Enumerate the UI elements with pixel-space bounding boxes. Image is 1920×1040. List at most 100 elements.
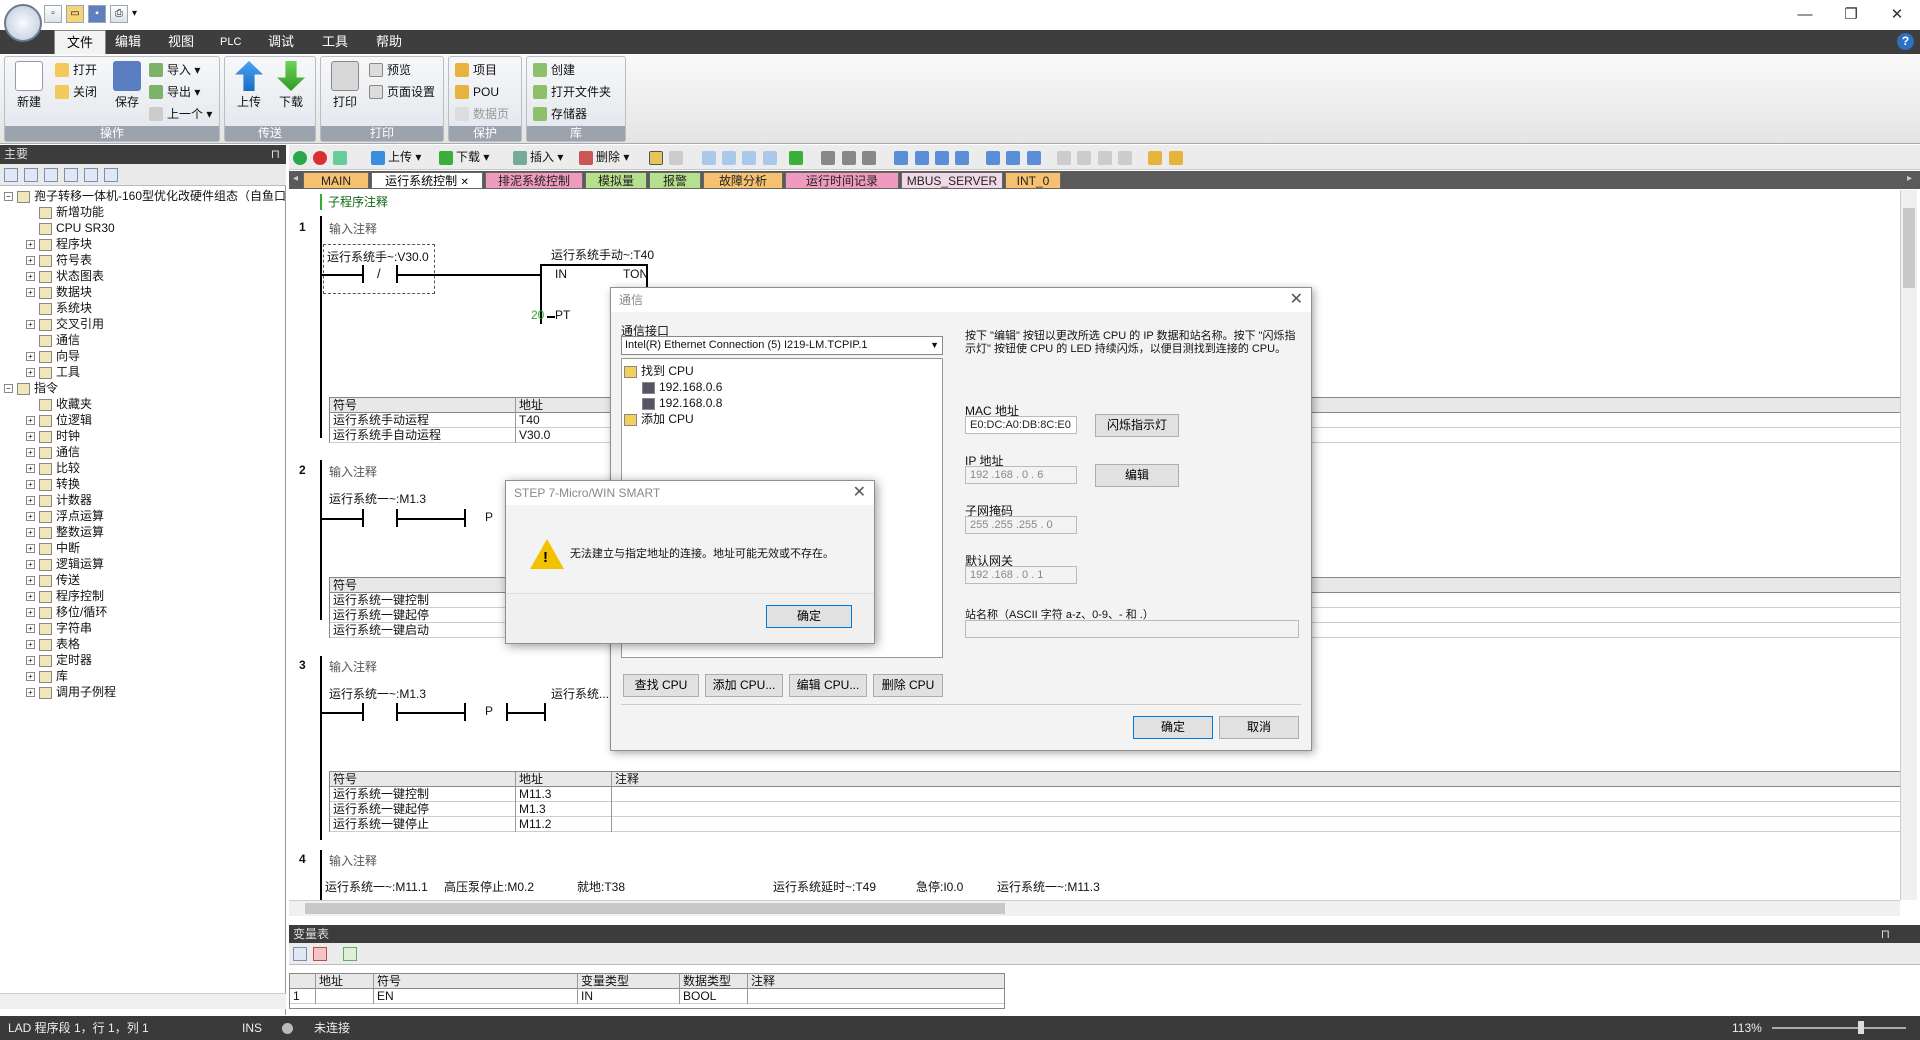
expand-toggle-icon[interactable]: + <box>26 368 35 378</box>
print-button[interactable]: 打印 <box>327 61 363 110</box>
tree-item[interactable]: + 计数器 <box>26 492 92 508</box>
protect-pou-button[interactable]: POU <box>453 83 499 101</box>
rung-4-label-5[interactable]: 急停:I0.0 <box>916 878 963 895</box>
tree-tool-icon-1[interactable] <box>4 168 18 182</box>
rung-4-label-3[interactable]: 就地:T38 <box>577 878 625 895</box>
tree-item[interactable]: + 整数运算 <box>26 524 104 540</box>
dialog-close-icon[interactable]: ✕ <box>1290 288 1303 312</box>
expand-toggle-icon[interactable]: + <box>26 512 35 522</box>
tree-tool-icon-2[interactable] <box>24 168 38 182</box>
tree-item[interactable]: + 表格 <box>26 636 80 652</box>
rung-4-comment[interactable]: 输入注释 <box>329 852 377 869</box>
zoom-slider[interactable] <box>1772 1027 1906 1029</box>
tree-cpu-ip-1[interactable]: 192.168.0.6 <box>642 379 722 395</box>
tree-item[interactable]: + 通信 <box>26 444 80 460</box>
rung-4-label-6[interactable]: 运行系统一~:M11.3 <box>997 878 1100 895</box>
menu-tools[interactable]: 工具 <box>310 30 360 54</box>
symbol-icon[interactable] <box>669 150 684 165</box>
expand-toggle-icon[interactable]: + <box>26 528 35 538</box>
tree-item[interactable]: CPU SR30 <box>26 220 115 236</box>
tab-close-icon[interactable]: ✕ <box>460 177 468 188</box>
save-icon[interactable]: ▪ <box>88 5 106 23</box>
editor-horizontal-scrollbar[interactable] <box>289 900 1900 916</box>
compile-button[interactable] <box>333 149 350 166</box>
tree-item[interactable]: + 程序控制 <box>26 588 104 604</box>
tab-run-system-control[interactable]: 运行系统控制 ✕ <box>371 172 483 189</box>
refresh-icon[interactable] <box>343 947 357 961</box>
menu-edit[interactable]: 编辑 <box>103 30 153 54</box>
tab-int0[interactable]: INT_0 <box>1005 172 1061 189</box>
rung-4-label-1[interactable]: 运行系统一~:M11.1 <box>325 878 428 895</box>
quick-access-dropdown-icon[interactable]: ▾ <box>132 5 137 23</box>
tree-item[interactable]: + 数据块 <box>26 284 92 300</box>
rung-4-label-2[interactable]: 高压泵停止:M0.2 <box>444 878 534 895</box>
rung-3-comment[interactable]: 输入注释 <box>329 658 377 675</box>
tree-item[interactable]: + 调用子例程 <box>26 684 116 700</box>
tree-item[interactable]: + 移位/循环 <box>26 604 107 620</box>
status-icon[interactable] <box>1117 150 1132 165</box>
toolbar-download-button[interactable]: 下载 ▾ <box>439 149 489 166</box>
key-lock-icon[interactable] <box>1148 150 1163 165</box>
tab-main[interactable]: MAIN <box>303 172 369 189</box>
tree-item[interactable]: + 逻辑运算 <box>26 556 104 572</box>
bookmark-next-icon[interactable] <box>862 150 877 165</box>
tree-item[interactable]: + 传送 <box>26 572 80 588</box>
line-up-icon[interactable] <box>914 150 929 165</box>
tree-item[interactable]: + 比较 <box>26 460 80 476</box>
rung-3-output-label[interactable]: 运行系统... <box>551 685 609 702</box>
expand-toggle-icon[interactable]: − <box>4 192 13 202</box>
error-close-icon[interactable]: ✕ <box>853 481 866 505</box>
expand-toggle-icon[interactable]: + <box>26 672 35 682</box>
toolbar-insert-button[interactable]: 插入 ▾ <box>513 149 563 166</box>
tree-item[interactable]: + 交叉引用 <box>26 316 104 332</box>
data-type-cell[interactable]: BOOL <box>680 989 748 1004</box>
tree-item[interactable]: + 程序块 <box>26 236 92 252</box>
tree-item[interactable]: 系统块 <box>26 300 92 316</box>
rung-2-contact-label[interactable]: 运行系统一~:M1.3 <box>329 490 426 507</box>
find-cpu-button[interactable]: 查找 CPU <box>623 674 699 697</box>
scroll-thumb[interactable] <box>1903 208 1915 288</box>
run-button[interactable] <box>293 149 310 166</box>
menu-help[interactable]: 帮助 <box>364 30 414 54</box>
close-window-icon[interactable]: ✕ <box>1874 0 1920 30</box>
box-insert-icon[interactable] <box>1026 150 1041 165</box>
cancel-button[interactable]: 取消 <box>1219 716 1299 739</box>
tree-item[interactable]: − 孢子转移一体机-160型优化改硬件组态（自鱼口 <box>4 188 286 204</box>
prev-button[interactable]: 上一个 ▾ <box>147 105 212 123</box>
expand-toggle-icon[interactable]: + <box>26 688 35 698</box>
tab-alarm[interactable]: 报警 <box>649 172 701 189</box>
edit-cpu-button[interactable]: 编辑 CPU... <box>789 674 867 697</box>
tree-item[interactable]: 新增功能 <box>26 204 104 220</box>
expand-toggle-icon[interactable]: + <box>26 496 35 506</box>
tree-item[interactable]: + 定时器 <box>26 652 92 668</box>
tab-scroll-right-icon[interactable]: ▸ <box>1907 173 1912 184</box>
ton-pt-value[interactable]: 20 <box>531 308 544 322</box>
coil-icon[interactable] <box>722 150 737 165</box>
toolbar-delete-button[interactable]: 删除 ▾ <box>579 149 629 166</box>
contact-icon[interactable] <box>701 150 716 165</box>
edit-icon[interactable] <box>1097 150 1112 165</box>
tree-horizontal-scrollbar[interactable] <box>0 993 286 1009</box>
library-create-button[interactable]: 创建 <box>531 61 575 79</box>
expand-toggle-icon[interactable]: + <box>26 272 35 282</box>
rung-4-label-4[interactable]: 运行系统延时~:T49 <box>773 878 876 895</box>
rung-3-contact-label[interactable]: 运行系统一~:M1.3 <box>329 685 426 702</box>
tab-drain-control[interactable]: 排泥系统控制 <box>485 172 583 189</box>
branch-icon[interactable] <box>762 150 777 165</box>
ip-field[interactable]: 192 .168 . 0 . 6 <box>965 466 1077 484</box>
tree-item[interactable]: + 转换 <box>26 476 80 492</box>
expand-toggle-icon[interactable]: + <box>26 560 35 570</box>
expand-toggle-icon[interactable]: + <box>26 656 35 666</box>
pin-icon[interactable]: ⊓ <box>1881 925 1890 943</box>
expand-toggle-icon[interactable]: + <box>26 288 35 298</box>
restore-icon[interactable]: ❐ <box>1828 0 1874 30</box>
import-button[interactable]: 导入 ▾ <box>147 61 200 79</box>
comment-icon[interactable] <box>1056 150 1071 165</box>
expand-toggle-icon[interactable]: + <box>26 608 35 618</box>
bookmark-icon[interactable] <box>821 150 836 165</box>
expand-toggle-icon[interactable]: − <box>4 384 13 394</box>
bookmark-prev-icon[interactable] <box>841 150 856 165</box>
expand-toggle-icon[interactable]: + <box>26 256 35 266</box>
tree-item[interactable]: + 状态图表 <box>26 268 104 284</box>
expand-toggle-icon[interactable]: + <box>26 352 35 362</box>
